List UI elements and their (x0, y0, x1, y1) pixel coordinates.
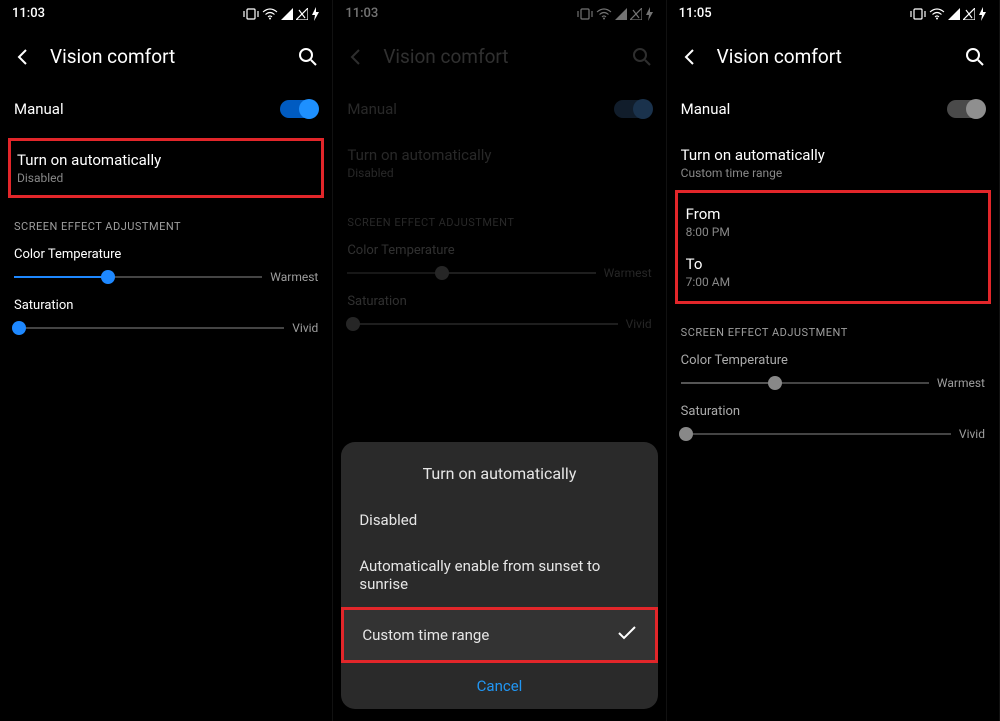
signal-icon-2 (296, 8, 308, 20)
saturation-row: Saturation Vivid (14, 298, 318, 335)
to-label: To (686, 255, 980, 273)
back-icon[interactable] (681, 48, 699, 66)
from-value: 8:00 PM (686, 225, 980, 239)
back-icon[interactable] (14, 48, 32, 66)
search-icon[interactable] (965, 47, 985, 67)
manual-toggle[interactable] (947, 100, 985, 118)
app-bar: Vision comfort (0, 27, 332, 86)
dialog-title: Turn on automatically (341, 442, 657, 497)
auto-dialog: Turn on automatically Disabled Automatic… (341, 442, 657, 709)
saturation-row: Saturation Vivid (681, 404, 985, 441)
saturation-label: Saturation (14, 298, 318, 313)
bolt-icon (311, 7, 320, 21)
color-temp-slider[interactable] (14, 276, 262, 278)
manual-toggle[interactable] (280, 100, 318, 118)
from-row[interactable]: From 8:00 PM (684, 197, 982, 247)
color-temp-row: Color Temperature Warmest (681, 353, 985, 390)
manual-row[interactable]: Manual (681, 86, 985, 132)
dialog-option-sunset[interactable]: Automatically enable from sunset to sunr… (341, 543, 657, 607)
section-header: SCREEN EFFECT ADJUSTMENT (14, 220, 318, 233)
to-row[interactable]: To 7:00 AM (684, 247, 982, 297)
vibrate-icon (243, 8, 259, 20)
status-bar: 11:05 (667, 0, 999, 27)
auto-label: Turn on automatically (17, 151, 315, 169)
status-time: 11:05 (679, 6, 712, 21)
auto-label: Turn on automatically (681, 146, 985, 164)
page-title: Vision comfort (50, 45, 280, 68)
search-icon[interactable] (298, 47, 318, 67)
wifi-icon (262, 8, 278, 20)
dialog-option-disabled[interactable]: Disabled (341, 497, 657, 543)
page-title: Vision comfort (717, 45, 947, 68)
manual-label: Manual (681, 100, 947, 118)
color-temp-label: Color Temperature (14, 247, 318, 262)
section-header: SCREEN EFFECT ADJUSTMENT (681, 326, 985, 339)
saturation-slider[interactable] (681, 433, 951, 435)
opt-label: Custom time range (362, 626, 489, 644)
color-temp-label: Color Temperature (681, 353, 985, 368)
opt-label: Automatically enable from sunset to sunr… (359, 557, 619, 593)
signal-icon-2 (963, 8, 975, 20)
saturation-end: Vivid (959, 427, 985, 441)
color-temp-row: Color Temperature Warmest (14, 247, 318, 284)
from-label: From (686, 205, 980, 223)
to-value: 7:00 AM (686, 275, 980, 289)
auto-row[interactable]: Turn on automatically Disabled (17, 145, 315, 191)
manual-label: Manual (14, 100, 280, 118)
auto-value: Disabled (17, 171, 315, 185)
dialog-cancel-button[interactable]: Cancel (341, 663, 657, 709)
saturation-slider[interactable] (14, 327, 284, 329)
color-temp-end: Warmest (270, 270, 318, 284)
screenshot-panel-1: 11:03 Vision comfort Manual Turn on auto… (0, 0, 333, 721)
manual-row[interactable]: Manual (14, 86, 318, 132)
wifi-icon (929, 8, 945, 20)
check-icon (617, 626, 637, 644)
highlight-time-range: From 8:00 PM To 7:00 AM (675, 190, 991, 304)
auto-row[interactable]: Turn on automatically Custom time range (681, 132, 985, 184)
bolt-icon (978, 7, 987, 21)
dialog-option-custom[interactable]: Custom time range (344, 610, 654, 660)
opt-label: Disabled (359, 511, 417, 529)
saturation-label: Saturation (681, 404, 985, 419)
color-temp-end: Warmest (937, 376, 985, 390)
highlight-custom-option: Custom time range (341, 607, 657, 663)
highlight-auto: Turn on automatically Disabled (8, 138, 324, 198)
auto-value: Custom time range (681, 166, 985, 180)
signal-icon (281, 8, 293, 20)
signal-icon (948, 8, 960, 20)
saturation-end: Vivid (292, 321, 318, 335)
app-bar: Vision comfort (667, 27, 999, 86)
screenshot-panel-2: 11:03 Vision comfort Manual Turn on auto… (333, 0, 666, 721)
status-bar: 11:03 (0, 0, 332, 27)
status-icons (910, 7, 987, 21)
status-time: 11:03 (12, 6, 45, 21)
status-icons (243, 7, 320, 21)
vibrate-icon (910, 8, 926, 20)
screenshot-panel-3: 11:05 Vision comfort Manual Turn on auto… (667, 0, 1000, 721)
color-temp-slider[interactable] (681, 382, 929, 384)
